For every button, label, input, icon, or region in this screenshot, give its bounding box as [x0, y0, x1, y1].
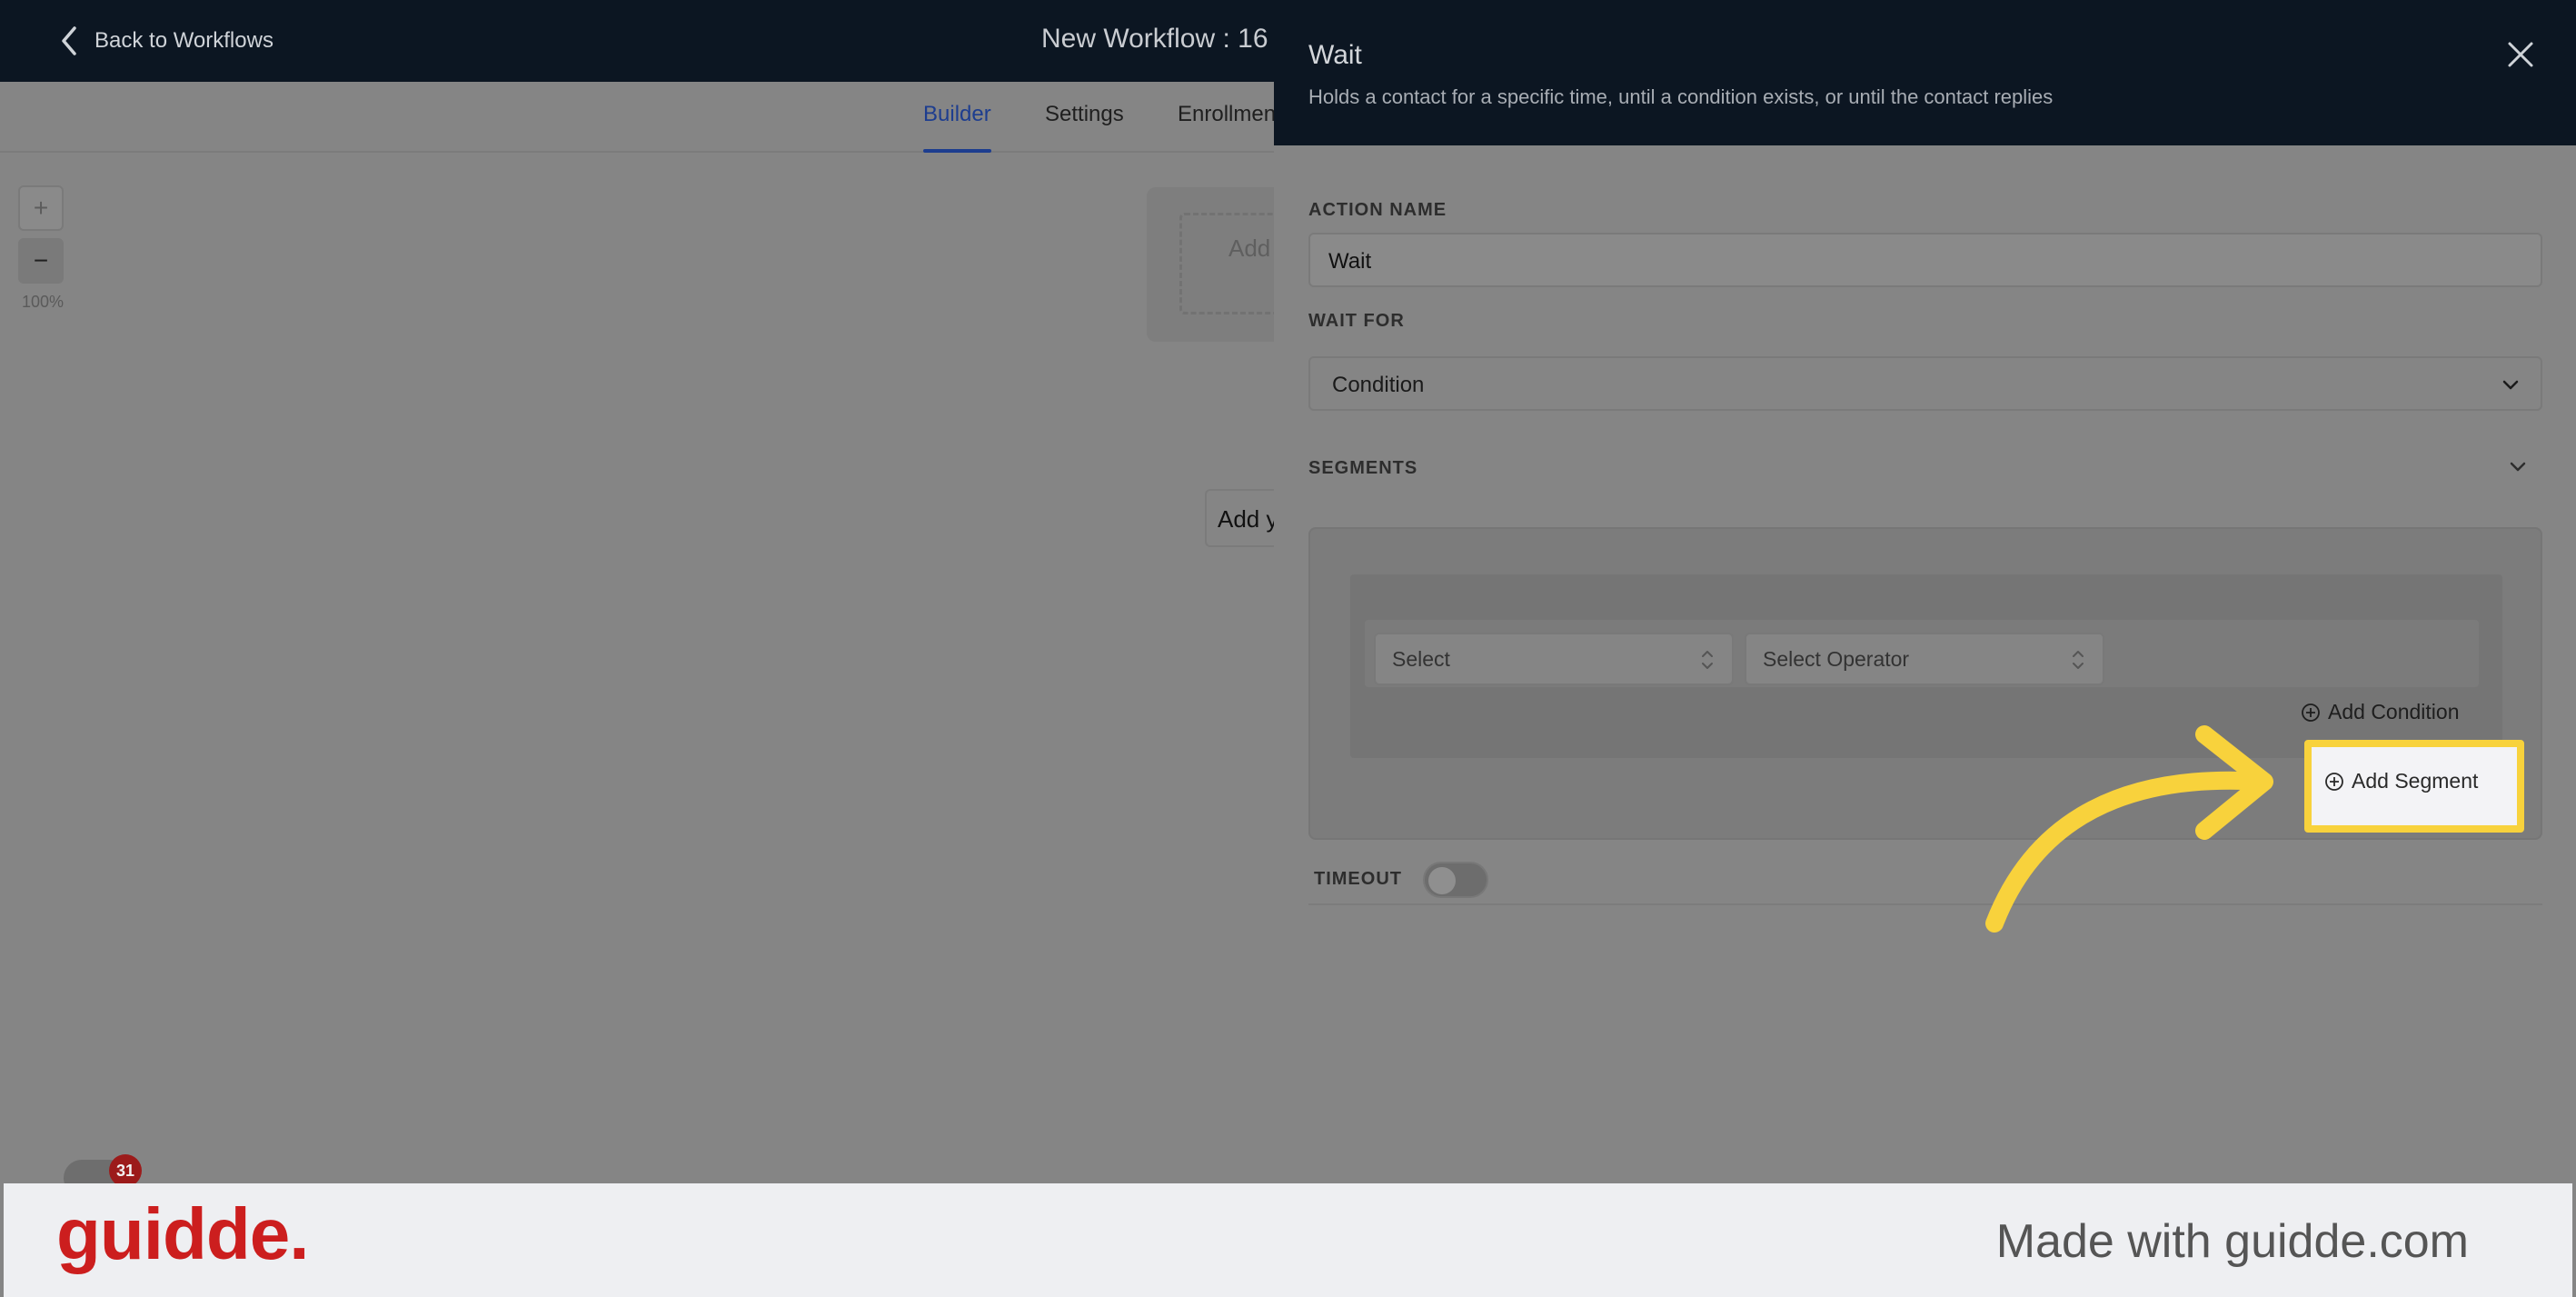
tab-builder[interactable]: Builder: [923, 102, 991, 153]
timeout-toggle[interactable]: [1423, 862, 1488, 898]
zoom-out-button[interactable]: −: [18, 238, 64, 284]
add-action-node[interactable]: Add y: [1205, 489, 1274, 547]
add-condition-label: Add Condition: [2328, 700, 2460, 723]
back-label: Back to Workflows: [94, 28, 274, 53]
panel-header: Wait Holds a contact for a specific time…: [1274, 0, 2576, 145]
wait-for-select[interactable]: Condition: [1308, 356, 2542, 411]
wait-action-panel: Wait Holds a contact for a specific time…: [1274, 0, 2576, 1183]
tab-enrollment[interactable]: Enrollmen: [1178, 102, 1274, 127]
wait-for-label: WAIT FOR: [1308, 311, 1405, 331]
chevron-left-icon: [62, 26, 76, 55]
wait-for-value: Condition: [1332, 373, 1425, 397]
action-name-input[interactable]: Wait: [1308, 233, 2542, 287]
top-bar: Back to Workflows New Workflow : 16: [0, 0, 1274, 82]
chevron-down-icon: [2502, 380, 2519, 390]
condition-field-placeholder: Select: [1392, 647, 1450, 671]
zoom-level: 100%: [22, 293, 65, 311]
add-trigger-placeholder[interactable]: [1179, 213, 1274, 314]
condition-field-select[interactable]: Select: [1374, 633, 1734, 685]
close-icon[interactable]: [2504, 38, 2537, 71]
condition-operator-select[interactable]: Select Operator: [1745, 633, 2104, 685]
back-to-workflows-link[interactable]: Back to Workflows: [58, 25, 274, 56]
divider: [1308, 903, 2542, 905]
guidde-logo: guidde.: [56, 1193, 309, 1274]
tab-bar: Builder Settings Enrollmen: [0, 82, 1274, 153]
made-with-text: Made with guidde.com: [1995, 1215, 2469, 1268]
add-action-text: Add y: [1218, 505, 1274, 533]
panel-description: Holds a contact for a specific time, unt…: [1308, 85, 2054, 108]
workflow-title[interactable]: New Workflow : 16: [1041, 24, 1268, 55]
chevron-updown-icon: [1702, 651, 1713, 669]
add-segment-label: Add Segment: [2352, 769, 2479, 793]
add-condition-button[interactable]: Add Condition: [2301, 700, 2460, 724]
plus-circle-icon: [2302, 703, 2320, 722]
panel-title: Wait: [1308, 40, 1362, 70]
add-segment-button[interactable]: Add Segment: [2324, 769, 2478, 793]
zoom-in-button[interactable]: +: [18, 185, 64, 231]
notification-badge: 31: [109, 1154, 142, 1183]
chevron-updown-icon: [2073, 651, 2084, 669]
tab-settings[interactable]: Settings: [1045, 102, 1124, 127]
segments-label: SEGMENTS: [1308, 458, 1418, 478]
guidde-footer: guidde. Made with guidde.com: [0, 1183, 2576, 1297]
action-name-label: ACTION NAME: [1308, 200, 1447, 220]
guide-arrow-icon: [1985, 725, 2273, 933]
condition-operator-placeholder: Select Operator: [1763, 647, 1910, 671]
add-trigger-text: Add: [1228, 234, 1271, 262]
plus-circle-icon: [2325, 772, 2343, 791]
segments-collapse-chevron-icon[interactable]: [2508, 456, 2528, 476]
timeout-label: TIMEOUT: [1314, 869, 1402, 889]
workflow-builder: Back to Workflows New Workflow : 16 Buil…: [0, 0, 1274, 1183]
